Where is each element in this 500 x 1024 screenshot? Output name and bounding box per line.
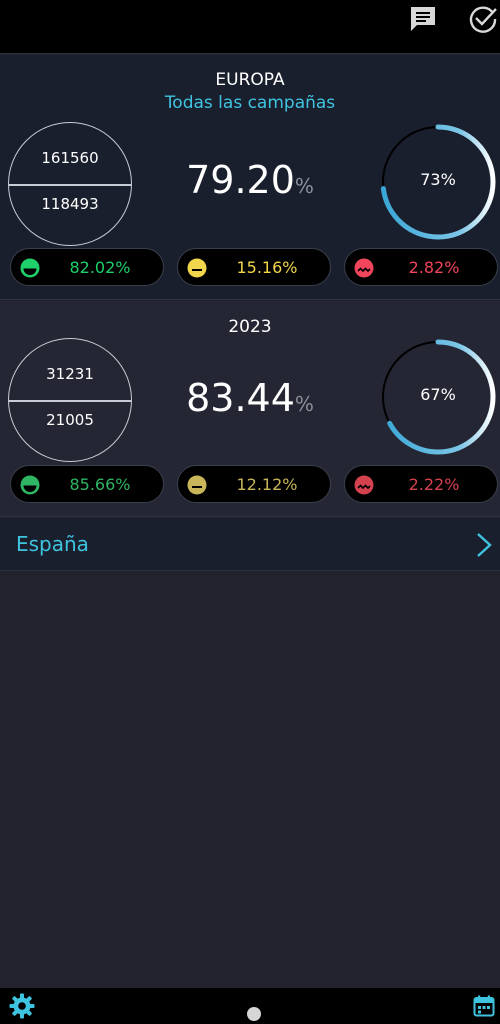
sad-face-icon bbox=[354, 258, 374, 278]
progress-ring-label: 67% bbox=[420, 385, 456, 404]
positive-pill[interactable]: 82.02% bbox=[10, 248, 164, 286]
neutral-value: 12.12% bbox=[236, 475, 298, 494]
neutral-face-icon bbox=[187, 258, 207, 278]
negative-value: 2.82% bbox=[408, 258, 460, 277]
main-percentage-unit: % bbox=[294, 174, 314, 198]
check-circle-icon[interactable] bbox=[468, 4, 498, 34]
chat-icon[interactable] bbox=[408, 4, 438, 34]
main-percentage-unit: % bbox=[294, 392, 314, 416]
neutral-face-icon bbox=[187, 475, 207, 495]
progress-ring: 67% bbox=[378, 337, 498, 457]
count-divider bbox=[9, 400, 131, 402]
happy-face-icon bbox=[20, 258, 40, 278]
main-percentage: 79.20% bbox=[160, 158, 340, 202]
count-circle: 31231 21005 bbox=[8, 338, 132, 462]
nav-row-label: España bbox=[16, 532, 89, 556]
count-total: 31231 bbox=[46, 365, 94, 383]
count-answered: 21005 bbox=[46, 411, 94, 429]
neutral-pill[interactable]: 12.12% bbox=[177, 465, 331, 503]
positive-value: 85.66% bbox=[69, 475, 131, 494]
bottom-bar bbox=[0, 988, 500, 1024]
main-percentage: 83.44% bbox=[160, 376, 340, 420]
happy-face-icon bbox=[20, 475, 40, 495]
neutral-pill[interactable]: 15.16% bbox=[177, 248, 331, 286]
top-bar bbox=[0, 0, 500, 54]
summary-section-2023: 2023 31231 21005 83.44% 67% 85.66% 12.12… bbox=[0, 301, 500, 517]
summary-section-europa: EUROPA Todas las campañas 161560 118493 … bbox=[0, 55, 500, 300]
positive-pill[interactable]: 85.66% bbox=[10, 465, 164, 503]
count-divider bbox=[9, 184, 131, 186]
count-answered: 118493 bbox=[41, 195, 99, 213]
main-percentage-value: 79.20 bbox=[186, 158, 295, 202]
section-title: EUROPA bbox=[215, 70, 285, 90]
neutral-value: 15.16% bbox=[236, 258, 298, 277]
negative-pill[interactable]: 2.22% bbox=[344, 465, 498, 503]
progress-ring-label: 73% bbox=[420, 170, 456, 189]
nav-row-espana[interactable]: España bbox=[0, 518, 500, 571]
count-total: 161560 bbox=[41, 149, 99, 167]
section-title: 2023 bbox=[228, 317, 272, 337]
chevron-right-icon bbox=[477, 533, 492, 557]
positive-value: 82.02% bbox=[69, 258, 131, 277]
negative-pill[interactable]: 2.82% bbox=[344, 248, 498, 286]
sad-face-icon bbox=[354, 475, 374, 495]
negative-value: 2.22% bbox=[408, 475, 460, 494]
progress-ring: 73% bbox=[378, 122, 498, 242]
gear-icon[interactable] bbox=[8, 992, 36, 1020]
home-indicator-dot[interactable] bbox=[247, 1007, 261, 1021]
calendar-icon[interactable] bbox=[472, 994, 496, 1018]
section-subtitle[interactable]: Todas las campañas bbox=[0, 93, 500, 113]
count-circle: 161560 118493 bbox=[8, 122, 132, 246]
main-percentage-value: 83.44 bbox=[186, 376, 295, 420]
